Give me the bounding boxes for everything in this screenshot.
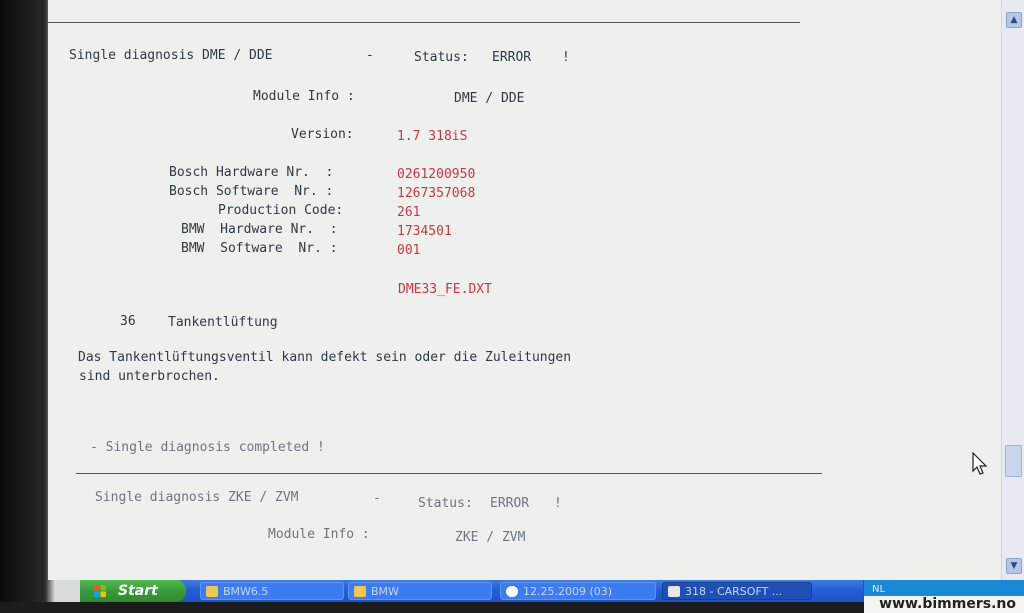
top-divider — [48, 22, 800, 23]
report1-title: Single diagnosis DME / DDE — [69, 48, 273, 63]
taskbar-item-label: 12.25.2009 (03) — [523, 585, 613, 598]
taskbar-item[interactable]: BMW — [348, 582, 492, 600]
chevron-up-icon[interactable]: ▲ — [1006, 12, 1022, 28]
report1-status-label: Status: — [414, 50, 469, 65]
field-label: Bosch Software Nr. : — [169, 184, 334, 199]
report1-dash: - — [366, 48, 374, 63]
field-value: 1734501 — [397, 224, 452, 239]
start-label: Start — [118, 583, 158, 599]
taskbar-item-label: 318 - CARSOFT ... — [685, 585, 783, 598]
windows-logo-icon — [94, 585, 106, 597]
field-label: Bosch Hardware Nr. : — [169, 165, 334, 180]
field-value: 001 — [397, 243, 421, 258]
diagnosis-report-window: Single diagnosis DME / DDE - Status: ERR… — [48, 0, 1024, 580]
field-label: BMW Hardware Nr. : — [181, 222, 338, 237]
mouse-pointer-icon — [972, 452, 988, 475]
taskbar-item-active[interactable]: 318 - CARSOFT ... — [662, 582, 812, 600]
report1-version-label: Version: — [291, 127, 354, 142]
watermark: www.bimmers.no — [864, 596, 1024, 613]
fault-description-line2: sind unterbrochen. — [79, 369, 220, 384]
carsoft-app-icon — [668, 586, 680, 597]
report1-module-info-value: DME / DDE — [454, 91, 525, 106]
report1-status-value: ERROR — [492, 50, 532, 65]
field-value: 1267357068 — [397, 186, 476, 201]
taskbar-item-label: BMW6.5 — [223, 585, 269, 598]
field-value: 0261200950 — [397, 167, 476, 182]
field-value: 261 — [397, 205, 421, 220]
taskbar-item[interactable]: BMW6.5 — [200, 582, 344, 600]
tray-language[interactable]: NL — [872, 584, 885, 595]
report2-module-info-label: Module Info : — [268, 527, 370, 542]
scrollbar-thumb[interactable] — [1005, 445, 1022, 477]
report2-status-mark: ! — [554, 496, 562, 511]
report-divider — [76, 473, 822, 474]
taskbar-item-label: BMW — [371, 585, 399, 598]
report2-dash: - — [373, 491, 381, 506]
report1-file-name: DME33_FE.DXT — [398, 282, 492, 297]
folder-icon — [354, 586, 366, 597]
field-label: Production Code: — [218, 203, 344, 218]
field-label: BMW Software Nr. : — [181, 241, 338, 256]
app-icon — [506, 586, 518, 597]
report2-module-info-value: ZKE / ZVM — [455, 530, 526, 545]
report1-version-value: 1.7 318iS — [397, 129, 468, 144]
fault-name: Tankentlüftung — [168, 315, 278, 330]
diagnosis-completed-message: - Single diagnosis completed ! — [90, 440, 325, 455]
report1-module-info-label: Module Info : — [253, 89, 355, 104]
taskbar-item[interactable]: 12.25.2009 (03) — [500, 582, 656, 600]
report2-status-label: Status: — [418, 496, 473, 511]
vertical-scrollbar[interactable]: ▲ ▼ — [1001, 0, 1024, 580]
report2-status-value: ERROR — [490, 496, 530, 511]
report2-title: Single diagnosis ZKE / ZVM — [95, 490, 299, 505]
report1-status-mark: ! — [562, 50, 570, 65]
fault-description-line1: Das Tankentlüftungsventil kann defekt se… — [78, 350, 572, 365]
fault-code: 36 — [120, 314, 136, 329]
start-button[interactable]: Start — [80, 580, 186, 602]
chevron-down-icon[interactable]: ▼ — [1006, 558, 1022, 574]
folder-icon — [206, 586, 218, 597]
